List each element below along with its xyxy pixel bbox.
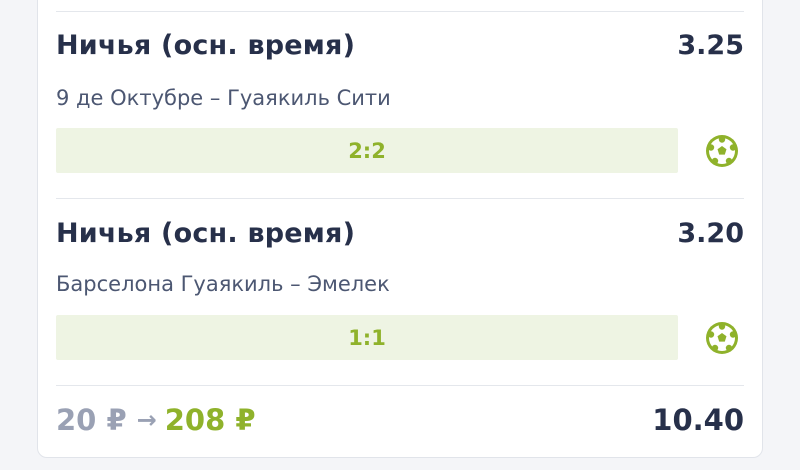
divider	[56, 385, 744, 386]
bet-market: Ничья (осн. время)	[56, 30, 356, 61]
match-score: 1:1	[348, 325, 386, 350]
stake-amount: 20 ₽	[56, 403, 127, 437]
payout-amount: 208 ₽	[164, 403, 256, 437]
score-bar: 2:2	[56, 128, 678, 173]
match-name[interactable]: Барселона Гуаякиль – Эмелек	[56, 270, 390, 298]
total-odds: 10.40	[652, 403, 744, 437]
soccer-ball-icon	[704, 320, 740, 356]
match-score: 2:2	[348, 138, 386, 163]
bet-odds: 3.25	[677, 30, 744, 61]
divider	[56, 11, 744, 12]
score-bar: 1:1	[56, 315, 678, 360]
bet-summary: 20 ₽ → 208 ₽ 10.40	[56, 400, 744, 440]
bet-market: Ничья (осн. время)	[56, 218, 356, 249]
bet-odds: 3.20	[677, 218, 744, 249]
match-name[interactable]: 9 де Октубре – Гуаякиль Сити	[56, 84, 391, 112]
soccer-ball-icon	[704, 133, 740, 169]
divider	[56, 198, 744, 199]
arrow-right-icon: →	[136, 406, 157, 434]
